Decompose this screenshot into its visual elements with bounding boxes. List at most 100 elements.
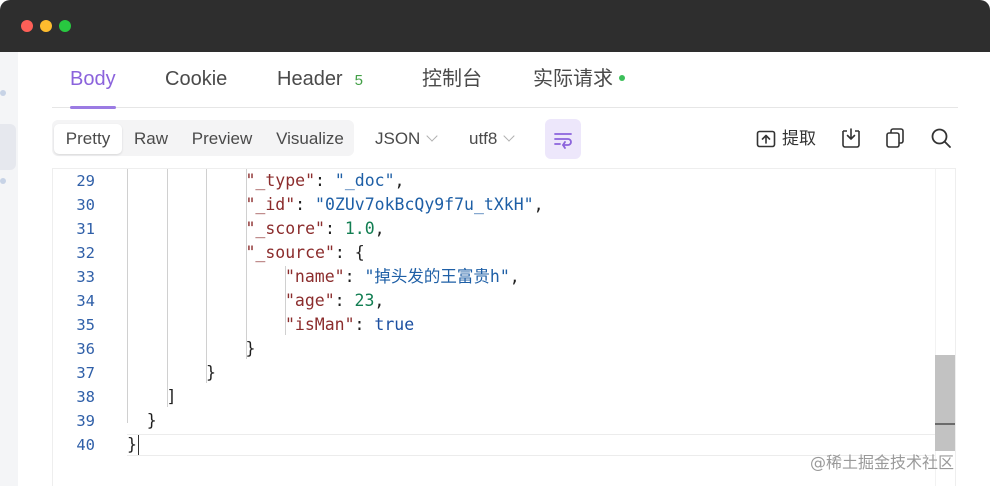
code-line: }: [147, 410, 157, 432]
code-line: "age": 23,: [285, 290, 384, 312]
search-icon: [931, 128, 951, 148]
code-token: ,: [374, 219, 385, 238]
view-mode-switcher: Pretty Raw Preview Visualize: [52, 120, 354, 156]
code-token: :: [344, 267, 365, 286]
response-toolbar: Pretty Raw Preview Visualize JSON utf8 提…: [52, 116, 958, 162]
code-token: :: [334, 291, 355, 310]
code-line: }: [127, 434, 137, 456]
view-mode-pretty[interactable]: Pretty: [54, 124, 122, 154]
minimize-window-button[interactable]: [40, 20, 52, 32]
code-token: ,: [394, 171, 405, 190]
tab-console[interactable]: 控制台: [422, 52, 482, 108]
code-token: 23: [354, 291, 375, 310]
wrap-icon: [554, 133, 572, 149]
chevron-down-icon: [426, 130, 439, 142]
line-number: 37: [76, 364, 95, 382]
code-token: }: [127, 435, 137, 454]
code-line: }: [206, 362, 216, 384]
code-line: "_score": 1.0,: [246, 218, 385, 240]
download-icon: [842, 128, 860, 148]
tab-actual-request[interactable]: 实际请求: [533, 52, 625, 108]
line-number: 32: [76, 244, 95, 262]
format-dropdown[interactable]: JSON: [375, 124, 439, 154]
code-line: "_id": "0ZUv7okBcQy9f7u_tXkH",: [246, 194, 544, 216]
tab-body-label: Body: [70, 68, 116, 90]
line-number: 33: [76, 268, 95, 286]
line-number: 30: [76, 196, 95, 214]
encoding-dropdown-value: utf8: [469, 129, 498, 148]
code-token: "_source": [245, 243, 335, 262]
indent-guide: [206, 169, 207, 383]
scrollbar-position-marker: [935, 423, 955, 425]
code-token: ,: [509, 267, 520, 286]
tab-cookie-label: Cookie: [165, 68, 228, 90]
tab-body[interactable]: Body: [70, 52, 116, 109]
code-token: ,: [533, 195, 544, 214]
code-line: "_type": "_doc",: [246, 170, 405, 192]
tab-header-label: Header: [277, 68, 343, 90]
view-mode-preview[interactable]: Preview: [182, 124, 262, 154]
code-token: }: [245, 339, 256, 358]
watermark: @稀土掘金技术社区: [810, 453, 955, 472]
line-number: 36: [76, 340, 95, 358]
vertical-scrollbar-thumb[interactable]: [935, 355, 955, 451]
code-token: "_type": [245, 171, 316, 190]
text-caret: [138, 435, 139, 455]
encoding-dropdown[interactable]: utf8: [469, 124, 516, 154]
code-token: "0ZUv7okBcQy9f7u_tXkH": [315, 195, 534, 214]
active-tab-indicator: [70, 106, 116, 109]
code-token: :: [295, 195, 316, 214]
indent-guide: [167, 169, 168, 407]
code-token: :: [354, 315, 375, 334]
code-token: ,: [374, 291, 385, 310]
status-dot: [619, 74, 625, 81]
tab-actual-request-label: 实际请求: [533, 68, 613, 90]
extract-icon: [756, 130, 776, 148]
code-token: "_score": [245, 219, 325, 238]
tab-cookie[interactable]: Cookie: [165, 52, 227, 108]
wrap-lines-button[interactable]: [545, 119, 581, 159]
left-sidebar-edge: [0, 52, 18, 486]
maximize-window-button[interactable]: [59, 20, 71, 32]
code-token: "_doc": [334, 171, 395, 190]
copy-button[interactable]: [885, 127, 905, 151]
code-token: }: [146, 411, 157, 430]
code-token: ]: [166, 387, 177, 406]
tab-console-label: 控制台: [422, 68, 482, 90]
code-token: 1.0: [344, 219, 375, 238]
code-token: "age": [285, 291, 335, 310]
code-token: true: [374, 315, 415, 334]
sidebar-indicator-dot: [0, 90, 6, 96]
code-editor[interactable]: 29 30 31 32 33 34 35 36 37 38 39 40 "_type": "_doc"…: [52, 168, 956, 486]
search-button[interactable]: [930, 127, 952, 151]
line-number: 29: [76, 172, 95, 190]
code-token: : {: [334, 243, 365, 262]
window-titlebar: [0, 0, 990, 52]
line-number: 35: [76, 316, 95, 334]
code-line: ]: [167, 386, 177, 408]
view-mode-visualize[interactable]: Visualize: [266, 124, 354, 154]
code-line: "_source": {: [246, 242, 365, 264]
sidebar-indicator-dot: [0, 178, 6, 184]
code-token: "name": [285, 267, 345, 286]
line-number: 34: [76, 292, 95, 310]
code-line: "name": "掉头发的王富贵h",: [285, 266, 520, 288]
code-token: }: [206, 363, 216, 382]
tab-header[interactable]: Header 5: [277, 52, 363, 108]
close-window-button[interactable]: [21, 20, 33, 32]
line-number: 40: [76, 436, 95, 454]
copy-icon: [886, 128, 904, 148]
sidebar-collapsed-tab[interactable]: [0, 124, 16, 170]
extract-label: 提取: [782, 129, 816, 149]
code-token: "isMan": [285, 315, 355, 334]
line-number: 31: [76, 220, 95, 238]
view-mode-raw[interactable]: Raw: [124, 124, 178, 154]
download-button[interactable]: [841, 127, 861, 151]
code-line: }: [246, 338, 256, 360]
code-token: :: [324, 219, 345, 238]
code-token: :: [315, 171, 335, 190]
chevron-down-icon: [503, 130, 516, 142]
line-number: 38: [76, 388, 95, 406]
line-number: 39: [76, 412, 95, 430]
code-token: "掉头发的王富贵h": [364, 267, 510, 286]
